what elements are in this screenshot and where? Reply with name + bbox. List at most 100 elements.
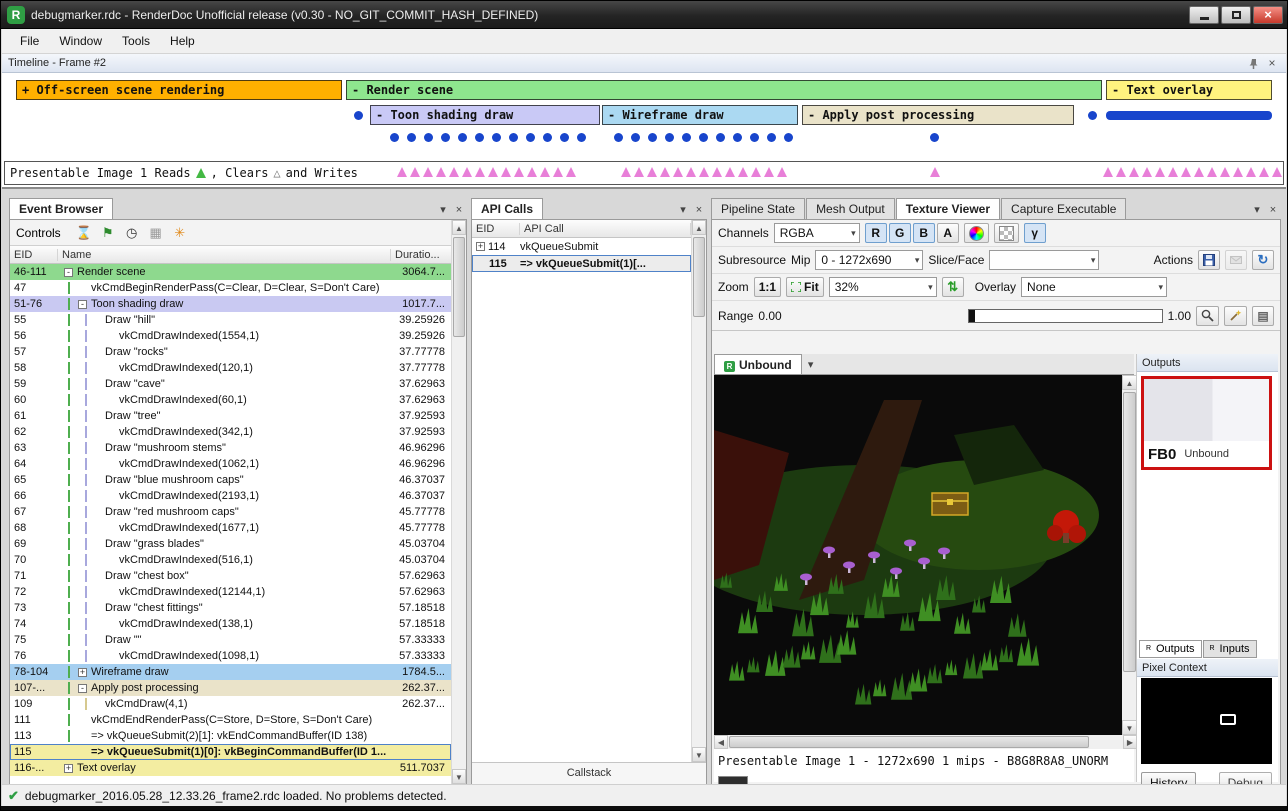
colorwheel-button[interactable] [964, 223, 989, 243]
event-row[interactable]: 74vkCmdDrawIndexed(138,1)57.18518 [10, 616, 451, 632]
menu-tools[interactable]: Tools [112, 31, 160, 51]
event-row[interactable]: 113=> vkQueueSubmit(2)[1]: vkEndCommandB… [10, 728, 451, 744]
settings-icon[interactable]: ✳ [169, 223, 191, 243]
alpha-background-button[interactable] [994, 223, 1019, 243]
event-row[interactable]: 59Draw "cave"37.62963 [10, 376, 451, 392]
fb0-thumbnail[interactable]: FB0 Unbound [1141, 376, 1272, 470]
event-row[interactable]: 109vkCmdDraw(4,1)262.37... [10, 696, 451, 712]
timeline-draw-dot[interactable] [648, 133, 657, 142]
column-name[interactable]: Name [58, 249, 391, 261]
event-row[interactable]: 67Draw "red mushroom caps"45.77778 [10, 504, 451, 520]
timeline-draw-dot[interactable] [750, 133, 759, 142]
api-calls-scrollbar[interactable]: ▲ ▼ [691, 220, 706, 762]
event-row[interactable]: 68vkCmdDrawIndexed(1677,1)45.77778 [10, 520, 451, 536]
zoom-range-button[interactable] [1196, 306, 1219, 326]
timeline-draw-dot[interactable] [665, 133, 674, 142]
title-bar[interactable]: R debugmarker.rdc - RenderDoc Unofficial… [1, 1, 1287, 29]
event-row[interactable]: 72vkCmdDrawIndexed(12144,1)57.62963 [10, 584, 451, 600]
close-icon[interactable]: × [1264, 56, 1280, 70]
timeline-draw-dot[interactable] [631, 133, 640, 142]
event-browser-scrollbar[interactable]: ▲ ▼ [451, 220, 466, 784]
event-row[interactable]: 61Draw "tree"37.92593 [10, 408, 451, 424]
timeline-panel-header[interactable]: Timeline - Frame #2 × [2, 54, 1286, 73]
timeline-draw-dot[interactable] [682, 133, 691, 142]
timeline-draw-dot[interactable] [424, 133, 433, 142]
channel-a-button[interactable]: A [937, 223, 959, 243]
expand-icon[interactable]: + [64, 764, 73, 773]
texture-vertical-scrollbar[interactable]: ▲ ▼ [1122, 375, 1137, 735]
event-row[interactable]: 55Draw "hill"39.25926 [10, 312, 451, 328]
autofit-button[interactable] [1224, 306, 1247, 326]
timeline-draw-dot[interactable] [614, 133, 623, 142]
zoom-level-dropdown[interactable]: 32% ▾ [829, 277, 937, 297]
timeline-section[interactable]: - Apply post processing [802, 105, 1074, 125]
chevron-down-icon[interactable]: ▾ [435, 203, 451, 219]
zoom-1to1-button[interactable]: 1:1 [754, 277, 781, 297]
event-row[interactable]: 57Draw "rocks"37.77778 [10, 344, 451, 360]
timeline-draw-dot[interactable] [509, 133, 518, 142]
scroll-down-icon[interactable]: ▼ [692, 747, 706, 762]
event-row[interactable]: 69Draw "grass blades"45.03704 [10, 536, 451, 552]
event-browser-column-headers[interactable]: EID Name Duratio... [10, 246, 451, 264]
sidebar-tab-outputs[interactable]: ROutputs [1139, 640, 1202, 658]
scrollbar-thumb[interactable] [1123, 392, 1136, 672]
event-row[interactable]: 71Draw "chest box"57.62963 [10, 568, 451, 584]
timeline-draw-dot[interactable] [930, 133, 939, 142]
column-duration[interactable]: Duratio... [391, 249, 451, 261]
timeline-draw-dot[interactable] [407, 133, 416, 142]
flip-y-button[interactable]: ⇅ [942, 277, 964, 297]
timeline-draw-dot[interactable] [526, 133, 535, 142]
texture-horizontal-scrollbar[interactable]: ◀ ▶ [714, 735, 1137, 749]
event-row[interactable]: 46-111-Render scene3064.7... [10, 264, 451, 280]
scroll-left-icon[interactable]: ◀ [714, 735, 728, 749]
open-external-button[interactable] [1225, 250, 1247, 270]
menu-help[interactable]: Help [160, 31, 205, 51]
timeline-draw-dot[interactable] [716, 133, 725, 142]
timeline-section[interactable]: - Toon shading draw [370, 105, 600, 125]
expand-icon[interactable]: + [476, 242, 485, 251]
tab-capture-executable[interactable]: Capture Executable [1001, 198, 1126, 219]
overlay-dropdown[interactable]: None ▾ [1021, 277, 1167, 297]
zoom-fit-button[interactable]: Fit [786, 277, 824, 297]
collapse-icon[interactable]: - [78, 300, 87, 309]
tab-event-browser[interactable]: Event Browser [9, 198, 113, 219]
event-row[interactable]: 115=> vkQueueSubmit(1)[0]: vkBeginComman… [10, 744, 451, 760]
timeline-event-dot[interactable] [1088, 111, 1097, 120]
sidebar-tab-inputs[interactable]: RInputs [1203, 640, 1257, 658]
time-draws-icon[interactable]: ⌛ [73, 223, 95, 243]
timeline-draw-dot[interactable] [767, 133, 776, 142]
event-row[interactable]: 58vkCmdDrawIndexed(120,1)37.77778 [10, 360, 451, 376]
timeline-overlay-bar[interactable] [1106, 111, 1272, 120]
collapse-icon[interactable]: - [64, 268, 73, 277]
event-row[interactable]: 73Draw "chest fittings"57.18518 [10, 600, 451, 616]
menu-window[interactable]: Window [49, 31, 112, 51]
chevron-down-icon[interactable]: ▾ [675, 203, 691, 219]
event-row[interactable]: 76vkCmdDrawIndexed(1098,1)57.33333 [10, 648, 451, 664]
timeline-draw-dot[interactable] [577, 133, 586, 142]
timeline-section[interactable]: - Render scene [346, 80, 1102, 100]
event-row[interactable]: 63Draw "mushroom stems"46.96296 [10, 440, 451, 456]
channel-g-button[interactable]: G [889, 223, 911, 243]
tab-pipeline-state[interactable]: Pipeline State [711, 198, 805, 219]
callstack-section[interactable]: Callstack [472, 762, 706, 784]
event-row[interactable]: 70vkCmdDrawIndexed(516,1)45.03704 [10, 552, 451, 568]
close-button[interactable]: × [1253, 6, 1283, 24]
scroll-down-icon[interactable]: ▼ [452, 769, 466, 784]
timeline-section[interactable]: - Text overlay [1106, 80, 1272, 100]
pixel-context-view[interactable] [1141, 678, 1272, 764]
api-call-row[interactable]: 115=> vkQueueSubmit(1)[... [472, 255, 691, 272]
timeline-body[interactable]: + Off-screen scene rendering- Render sce… [2, 73, 1286, 189]
scroll-up-icon[interactable]: ▲ [1122, 375, 1137, 390]
timeline-draw-dot[interactable] [441, 133, 450, 142]
api-calls-column-headers[interactable]: EID API Call [472, 220, 691, 238]
event-row[interactable]: 51-76-Toon shading draw1017.7... [10, 296, 451, 312]
scrollbar-thumb[interactable] [453, 237, 465, 337]
event-row[interactable]: 78-104+Wireframe draw1784.5... [10, 664, 451, 680]
chevron-down-icon[interactable]: ▾ [803, 358, 819, 374]
collapse-icon[interactable]: - [78, 684, 87, 693]
timeline-event-dot[interactable] [354, 111, 363, 120]
timeline-draw-dot[interactable] [492, 133, 501, 142]
event-row[interactable]: 75Draw ""57.33333 [10, 632, 451, 648]
event-row[interactable]: 60vkCmdDrawIndexed(60,1)37.62963 [10, 392, 451, 408]
scroll-up-icon[interactable]: ▲ [692, 220, 706, 235]
